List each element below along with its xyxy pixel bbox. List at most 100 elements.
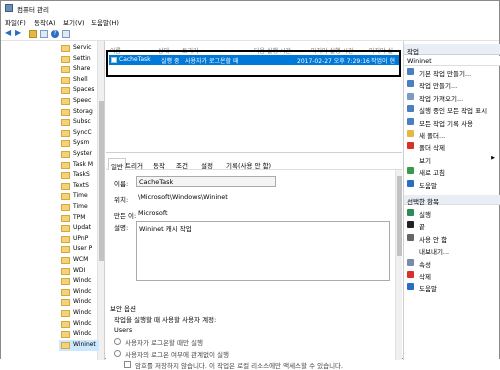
tree-item[interactable]: TextS xyxy=(59,181,99,192)
tree-item[interactable]: WDI xyxy=(59,266,99,277)
tree-item[interactable]: Sysm xyxy=(59,138,99,149)
action-item[interactable]: 도움말 xyxy=(407,179,499,190)
action-item-label: 실행 중인 모든 작업 표시 xyxy=(419,107,488,116)
tree-item[interactable]: Servic xyxy=(59,43,99,54)
actions-section-wininet-label: Wininet xyxy=(407,57,432,65)
action-item[interactable]: 삭제 xyxy=(407,270,499,281)
action-item[interactable]: 내보내기... xyxy=(407,245,499,257)
folder-icon xyxy=(61,310,70,317)
action-item-label: 실행 xyxy=(419,211,431,219)
run-as-label: 작업을 실행할 때 사용할 사용자 계정: xyxy=(114,316,217,324)
action-item[interactable]: 실행 xyxy=(407,208,499,219)
description-field[interactable]: Wininet 캐시 작업 xyxy=(136,221,390,281)
action-item[interactable]: 작업 만들기... xyxy=(407,79,499,90)
forward-arrow-icon[interactable]: ▶ xyxy=(15,28,23,37)
detail-scrollbar[interactable] xyxy=(395,170,402,360)
folder-icon xyxy=(61,204,70,211)
tab-triggers[interactable]: 트리거 xyxy=(124,160,144,170)
folder-icon xyxy=(61,172,70,180)
tree-item-label: Windc xyxy=(73,277,92,285)
action-item[interactable]: 속성 xyxy=(407,258,499,269)
help-icon[interactable]: ? xyxy=(51,30,59,38)
action-item-label: 내보내기... xyxy=(419,248,450,257)
tree-item-label: Sysm xyxy=(73,139,90,147)
tree-item[interactable]: UPnP xyxy=(59,234,99,245)
action-item[interactable]: 새로 고침 xyxy=(407,166,499,177)
location-label: 위치: xyxy=(114,196,129,204)
action-item[interactable]: 폴더 삭제 xyxy=(407,141,499,152)
tree-item[interactable]: Task M xyxy=(59,160,99,171)
delete-icon xyxy=(407,271,414,278)
up-folder-icon[interactable] xyxy=(29,30,37,38)
action-item[interactable]: 실행 중인 모든 작업 표시 xyxy=(407,104,499,116)
title-bar: 컴퓨터 관리 xyxy=(1,1,499,15)
do-not-store-password-label: 암호를 저장하지 않습니다. 이 작업은 로컬 리소스에만 액세스할 수 있습니… xyxy=(135,362,344,370)
tree-item[interactable]: Updat xyxy=(59,223,99,234)
tree-item[interactable]: Windc xyxy=(59,319,99,330)
do-not-store-password-checkbox[interactable] xyxy=(124,361,131,368)
tree-item[interactable]: User P xyxy=(59,244,99,255)
tree-item[interactable]: WCM xyxy=(59,255,99,266)
run-whether-logged-on-radio[interactable] xyxy=(114,350,121,357)
action-item[interactable]: 도움말 xyxy=(407,282,499,293)
action-item[interactable]: 모든 작업 기록 사용 xyxy=(407,117,499,128)
tree-item[interactable]: Windc xyxy=(59,287,99,298)
tree-item[interactable]: Syster xyxy=(59,149,99,160)
tree-item[interactable]: Settin xyxy=(59,54,99,65)
folder-icon xyxy=(61,151,70,158)
name-field[interactable]: CacheTask xyxy=(136,176,276,187)
tab-history[interactable]: 기록(사용 안 함) xyxy=(225,160,272,170)
tree-item-label: TextS xyxy=(73,181,89,189)
folder-icon xyxy=(61,119,70,127)
annotation-highlight-box xyxy=(106,50,401,77)
tree-item[interactable]: Windc xyxy=(59,276,99,287)
action-item[interactable]: 작업 가져오기... xyxy=(407,92,499,103)
action-item[interactable]: 사용 안 함 xyxy=(407,233,499,244)
tree-item[interactable]: Windc xyxy=(59,329,99,340)
user-account-value: Users xyxy=(114,326,133,334)
actions-section-selected-item[interactable]: 선택한 항목 xyxy=(404,195,500,206)
actions-section-wininet[interactable]: Wininet xyxy=(404,56,500,66)
computer-management-icon xyxy=(5,4,13,12)
tree-item[interactable]: Time xyxy=(59,191,99,202)
tree-item[interactable]: Speec xyxy=(59,96,99,107)
tree-item[interactable]: Wininet xyxy=(59,339,99,351)
action-item[interactable]: 보기 ▶ xyxy=(407,154,499,165)
folder-icon xyxy=(61,320,70,328)
action-item[interactable]: 새 폴더... xyxy=(407,129,499,140)
action-item[interactable]: 끝 xyxy=(407,220,499,231)
menu-action[interactable]: 동작(A) xyxy=(34,17,55,27)
tree-item-label: TPM xyxy=(73,213,86,221)
tree-item[interactable]: Time xyxy=(59,202,99,213)
menu-view[interactable]: 보기(V) xyxy=(63,17,84,27)
tree-item-label: Time xyxy=(73,203,88,210)
tree-item[interactable]: Windc xyxy=(59,297,99,308)
show-action-pane-icon[interactable] xyxy=(62,30,70,38)
tree-item[interactable]: SyncC xyxy=(59,128,99,139)
action-item-label: 기본 작업 만들기... xyxy=(419,70,472,78)
run-icon xyxy=(407,209,414,216)
folder-icon xyxy=(61,235,70,243)
new-folder-icon xyxy=(407,130,414,137)
show-hide-tree-icon[interactable] xyxy=(40,30,48,38)
tab-conditions[interactable]: 조건 xyxy=(175,160,189,170)
tree-item[interactable]: Subsc xyxy=(59,117,99,128)
tree-item[interactable]: TPM xyxy=(59,213,99,224)
menu-file[interactable]: 파일(F) xyxy=(5,17,26,27)
detail-scrollbar-thumb[interactable] xyxy=(397,176,402,256)
tree-item-label: Syster xyxy=(73,150,92,157)
tree-scrollbar-thumb[interactable] xyxy=(99,101,104,261)
tree-item[interactable]: Shell xyxy=(59,75,99,86)
menu-help[interactable]: 도움말(H) xyxy=(91,17,119,27)
tab-actions[interactable]: 동작 xyxy=(152,160,166,170)
run-when-logged-on-radio[interactable] xyxy=(114,338,121,345)
back-arrow-icon[interactable]: ◀ xyxy=(5,28,13,37)
tree-item[interactable]: Share xyxy=(59,64,99,75)
tree-item[interactable]: Storag xyxy=(59,107,99,118)
tab-settings[interactable]: 설정 xyxy=(200,160,214,170)
tree-item[interactable]: Windc xyxy=(59,308,99,319)
action-item-label: 삭제 xyxy=(419,273,431,281)
action-item[interactable]: 기본 작업 만들기... xyxy=(407,67,499,78)
tree-item[interactable]: TaskS xyxy=(59,170,99,181)
tree-item[interactable]: Spaces xyxy=(59,85,99,96)
